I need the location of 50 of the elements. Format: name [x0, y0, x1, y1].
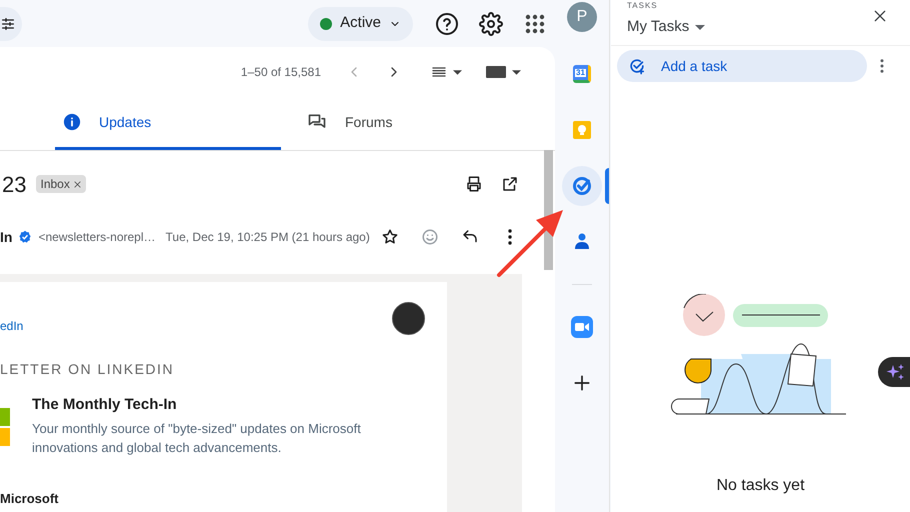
category-tab[interactable]: Updates [55, 97, 281, 150]
newsletter-description: Your monthly source of "byte-sized" updates on Microsoft innovations and global tech advancements. [32, 420, 362, 456]
panel-heading: TASKS [627, 2, 659, 10]
more-vertical-icon [508, 229, 512, 245]
close-icon [872, 8, 888, 24]
task-list-selector[interactable]: My Tasks [627, 16, 706, 38]
empty-state-text: No tasks yet [715, 476, 806, 496]
newsletter-kicker: LETTER ON LINKEDIN [0, 360, 176, 379]
photo-placeholder [392, 302, 425, 335]
close-icon[interactable] [72, 180, 82, 188]
plus-icon [572, 373, 592, 393]
keyboard-icon [486, 66, 506, 78]
sparkle-button[interactable] [878, 357, 910, 387]
dropdown-icon [453, 70, 462, 74]
account-avatar[interactable]: P [567, 2, 597, 32]
sliders-icon [0, 16, 16, 32]
category-tab[interactable]: Forums [281, 97, 507, 150]
newsletter-title: The Monthly Tech-In [32, 395, 178, 415]
dropdown-icon [512, 70, 521, 74]
smiley-icon [421, 228, 439, 246]
check-circle-icon [571, 175, 593, 197]
sparkle-icon [886, 362, 906, 382]
person-icon [572, 232, 592, 252]
settings-icon [479, 12, 503, 36]
more-vertical-icon [880, 59, 884, 73]
date-text: Tue, Dec 19, 10:25 PM (21 hours ago) [166, 229, 370, 246]
status-button[interactable]: Active [308, 6, 413, 40]
apps-grid-icon [525, 14, 545, 34]
selection-indicator [605, 168, 609, 204]
pagination-text: 1–50 of 15,581 [240, 64, 321, 81]
side-app-button[interactable]: 31 [562, 54, 602, 94]
side-app-button[interactable] [562, 166, 602, 206]
subject-text: 23 [2, 170, 26, 198]
video-camera-icon [571, 316, 593, 338]
company-name: Microsoft [0, 490, 60, 508]
sender-address: <newsletters-norepl… [38, 229, 156, 246]
star-icon [381, 228, 399, 246]
dropdown-icon [695, 24, 706, 30]
label-text: Inbox [40, 176, 70, 193]
microsoft-logo [0, 408, 10, 446]
calendar-icon: 31 [573, 65, 591, 83]
profile-link[interactable]: edIn [0, 317, 24, 335]
add-task-button[interactable]: Add a task [617, 50, 867, 82]
printer-icon [465, 175, 483, 193]
help-icon [435, 12, 459, 36]
info-icon [63, 113, 81, 131]
sender-name: In [0, 228, 12, 246]
verified-icon [18, 230, 32, 244]
external-link-icon [501, 175, 519, 193]
lightbulb-icon [572, 120, 592, 140]
